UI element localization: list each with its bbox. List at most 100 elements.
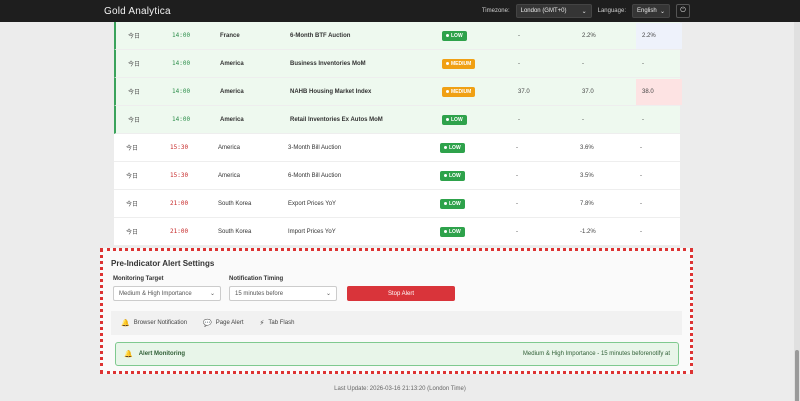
bell-icon: 🔔 [121,320,130,327]
dot-icon [446,118,449,121]
importance-label: LOW [451,116,463,123]
chevron-down-icon: ⌄ [209,291,215,297]
dot-icon [446,62,449,65]
event-actual: - [640,145,642,151]
event-previous: - [516,172,518,179]
page-scrollbar[interactable] [794,22,800,401]
event-country: South Korea [218,200,252,207]
event-previous: - [516,144,518,151]
alert-monitoring-detail: Medium & High Importance - 15 minutes be… [522,351,670,357]
monitoring-target-select[interactable]: Medium & High Importance ⌄ [113,286,221,301]
event-actual: 38.0 [636,79,682,105]
notification-timing-label: Notification Timing [229,276,284,282]
browser-notification-option[interactable]: 🔔 Browser Notification [121,319,187,327]
table-row[interactable]: 今日 14:00 France 6-Month BTF Auction LOW - 2.2%… [114,22,682,50]
alert-monitoring-status: 🔔 Alert Monitoring Medium & High Importa… [115,342,679,366]
notification-timing-value: 15 minutes before [235,290,284,297]
event-day: 今日 [128,90,141,96]
event-forecast: 2.2% [582,32,596,39]
event-previous: - [518,116,520,123]
table-row[interactable]: 今日 15:30 America 3-Month Bill Auction LOW - 3.… [114,134,680,162]
dot-icon [444,230,447,233]
timezone-value: London (GMT+0) [520,8,567,14]
header-controls: Timezone: London (GMT+0) ⌄ Language: Eng… [482,4,690,18]
event-time: 14:00 [172,60,191,67]
dot-icon [444,146,447,149]
event-indicator: Import Prices YoY [288,228,336,235]
event-actual: 2.2% [636,23,682,49]
dot-icon [446,90,449,93]
event-previous: - [518,32,520,39]
lightning-icon: ⚡ [259,320,265,327]
event-indicator: 6-Month BTF Auction [290,32,351,39]
event-actual: - [640,173,642,179]
event-country: America [220,116,244,123]
chevron-down-icon: ⌄ [325,291,331,297]
event-time: 21:00 [170,228,189,235]
events-table: 今日 14:00 France 6-Month BTF Auction LOW - 2.2%… [114,22,682,246]
importance-label: LOW [449,172,461,179]
importance-label: LOW [449,200,461,207]
scrollbar-thumb[interactable] [795,350,799,401]
event-day: 今日 [126,174,139,180]
table-row[interactable]: 今日 15:30 America 6-Month Bill Auction LOW - 3.… [114,162,680,190]
event-forecast: - [582,116,584,123]
chevron-down-icon: ⌄ [581,8,587,15]
event-time: 14:00 [172,116,191,123]
event-indicator: Export Prices YoY [288,200,337,207]
event-forecast: 7.8% [580,200,594,207]
timezone-label: Timezone: [481,8,510,14]
power-icon[interactable]: ⏻ [676,4,690,18]
importance-label: MEDIUM [451,88,472,95]
importance-label: LOW [451,32,463,39]
importance-badge: LOW [440,198,465,209]
event-actual: - [640,201,642,207]
event-indicator: 3-Month Bill Auction [288,144,342,151]
language-value: English [637,8,657,14]
event-forecast: - [582,60,584,67]
dot-icon [444,174,447,177]
event-time: 21:00 [170,200,189,207]
importance-label: LOW [449,228,461,235]
event-country: America [220,88,244,95]
table-row[interactable]: 今日 14:00 America NAHB Housing Market Index M… [114,78,682,106]
event-indicator: Retail Inventories Ex Autos MoM [290,116,383,123]
importance-badge: LOW [440,170,465,181]
event-country: America [220,60,244,67]
importance-badge: MEDIUM [442,58,476,69]
table-row[interactable]: 今日 21:00 South Korea Import Prices YoY LOW - -… [114,218,680,246]
event-day: 今日 [126,230,139,236]
brand-logo: Gold Analytica [104,5,171,17]
event-country: America [218,172,241,179]
event-day: 今日 [128,34,141,40]
browser-notification-label: Browser Notification [133,320,188,326]
table-row[interactable]: 今日 21:00 South Korea Export Prices YoY LOW - 7… [114,190,680,218]
event-day: 今日 [128,62,141,68]
event-forecast: 3.5% [580,172,594,179]
table-row[interactable]: 今日 14:00 America Business Inventories MoM ME… [114,50,680,78]
importance-label: MEDIUM [451,60,472,67]
importance-label: LOW [449,144,461,151]
language-select[interactable]: English ⌄ [632,4,670,18]
notification-options: 🔔 Browser Notification 💬 Page Alert ⚡ Ta… [111,311,682,335]
pre-indicator-alert-panel: Pre-Indicator Alert Settings Monitoring … [100,248,693,374]
importance-badge: LOW [440,226,465,237]
event-actual: - [640,229,642,235]
alert-settings-title: Pre-Indicator Alert Settings [111,259,215,268]
event-day: 今日 [126,146,139,152]
page-alert-label: Page Alert [215,320,244,326]
event-country: South Korea [218,228,252,235]
importance-badge: LOW [442,114,467,125]
event-previous: - [516,228,518,235]
table-row[interactable]: 今日 14:00 America Retail Inventories Ex Auto… [114,106,680,134]
tab-flash-option[interactable]: ⚡ Tab Flash [259,319,294,327]
event-indicator: Business Inventories MoM [290,60,366,67]
importance-badge: LOW [442,30,467,41]
monitoring-target-value: Medium & High Importance [119,290,192,297]
chat-bubble-icon: 💬 [203,320,212,327]
stop-alert-button[interactable]: Stop Alert [347,286,455,301]
page-alert-option[interactable]: 💬 Page Alert [203,319,243,327]
timezone-select[interactable]: London (GMT+0) ⌄ [515,4,592,18]
notification-timing-select[interactable]: 15 minutes before ⌄ [229,286,337,301]
event-indicator: NAHB Housing Market Index [290,88,372,95]
